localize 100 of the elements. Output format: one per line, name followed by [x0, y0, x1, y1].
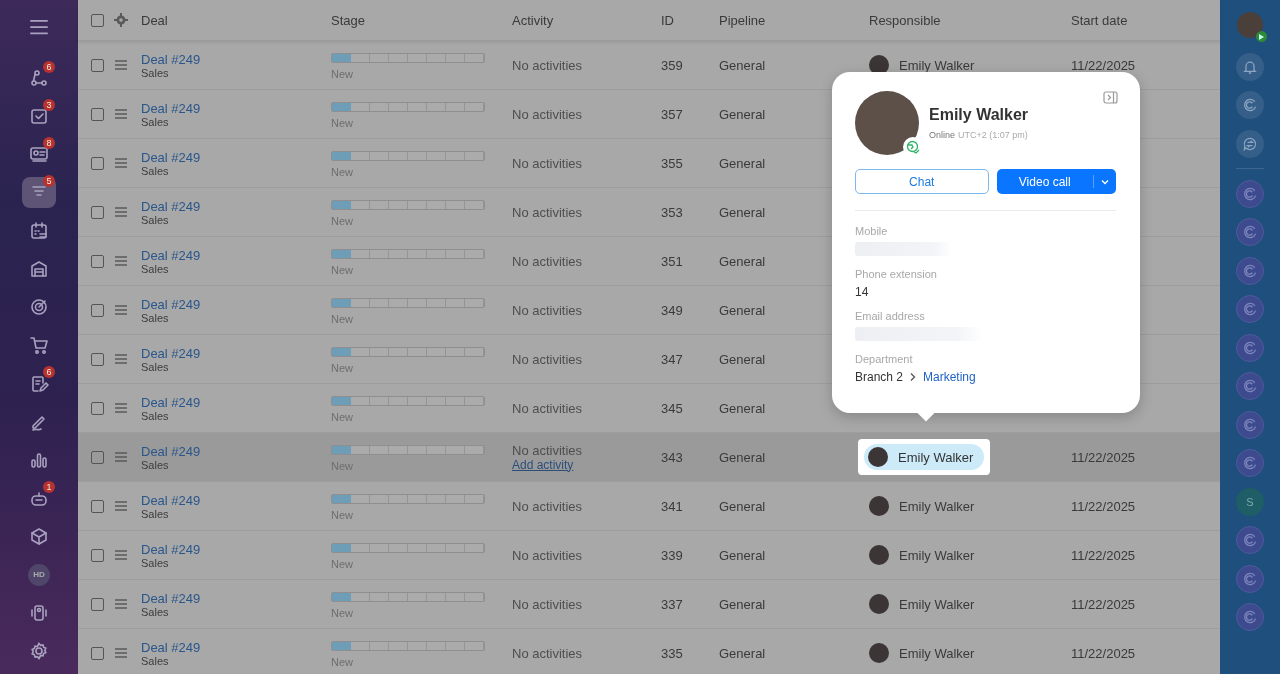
drag-handle-icon[interactable]	[114, 450, 128, 464]
deal-link[interactable]: Deal #249	[141, 149, 201, 165]
row-checkbox[interactable]	[91, 597, 104, 611]
channel-button[interactable]	[1236, 179, 1264, 208]
field-label: Phone extension	[855, 268, 938, 280]
row-checkbox[interactable]	[91, 499, 104, 513]
column-header[interactable]: Start date	[1071, 12, 1128, 28]
responsible-name[interactable]: Emily Walker	[899, 645, 975, 661]
department-link[interactable]: Marketing	[923, 370, 976, 384]
deal-link[interactable]: Deal #249	[141, 296, 201, 312]
deal-id: 337	[661, 596, 683, 612]
row-checkbox[interactable]	[91, 548, 104, 562]
channel-button[interactable]	[1236, 564, 1264, 593]
channel-button[interactable]	[1236, 333, 1264, 362]
deal-link[interactable]: Deal #249	[141, 639, 201, 655]
deal-id: 359	[661, 57, 683, 73]
row-checkbox[interactable]	[91, 303, 104, 317]
avatar-placeholder	[869, 643, 889, 663]
drag-handle-icon[interactable]	[114, 597, 128, 611]
department-branch: Branch 2	[855, 370, 904, 384]
select-all-checkbox[interactable]	[91, 13, 104, 27]
drag-handle-icon[interactable]	[114, 254, 128, 268]
responsible-chip[interactable]: Emily Walker	[864, 444, 985, 470]
count-badge: 6	[43, 366, 55, 379]
pipeline-cell: General	[719, 645, 766, 661]
drag-handle-icon[interactable]	[114, 548, 128, 562]
notifications-button[interactable]	[1236, 52, 1264, 81]
sidebar-item[interactable]: 6	[22, 62, 56, 94]
channel-button[interactable]	[1236, 256, 1264, 285]
table-row[interactable]: Deal #249 Sales New No activities 341 General Emily Walker 11/22/2025	[78, 482, 1220, 531]
channel-button[interactable]	[1236, 218, 1264, 246]
field-label: Department	[855, 353, 914, 365]
column-header[interactable]: Responsible	[869, 12, 941, 28]
channel-button[interactable]	[1236, 603, 1264, 631]
row-checkbox[interactable]	[91, 107, 104, 121]
deal-link[interactable]: Deal #249	[141, 541, 201, 557]
channel-button[interactable]	[1236, 449, 1264, 477]
responsible-name[interactable]: Emily Walker	[899, 596, 975, 612]
assistant-button[interactable]	[1236, 91, 1264, 119]
deal-link[interactable]: Deal #249	[141, 345, 201, 361]
activity-text: No activities	[512, 596, 583, 612]
contact-avatar[interactable]: S	[1236, 487, 1264, 516]
drag-handle-icon[interactable]	[114, 352, 128, 366]
chat-button[interactable]: Chat	[855, 169, 989, 194]
channel-button[interactable]	[1236, 295, 1264, 323]
panel-collapse-icon[interactable]	[1103, 91, 1118, 104]
deal-id: 351	[661, 253, 683, 269]
channel-button[interactable]	[1236, 372, 1264, 400]
row-checkbox[interactable]	[91, 646, 104, 660]
deal-link[interactable]: Deal #249	[141, 590, 201, 606]
drag-handle-icon[interactable]	[114, 401, 128, 415]
column-header[interactable]: ID	[661, 12, 674, 28]
deal-id: 347	[661, 351, 683, 367]
deal-link[interactable]: Deal #249	[141, 443, 201, 459]
table-row[interactable]: Deal #249 Sales New No activities 335 General Emily Walker 11/22/2025	[78, 629, 1220, 674]
responsible-name[interactable]: Emily Walker	[899, 547, 975, 563]
table-row[interactable]: Deal #249 Sales New No activities 337 General Emily Walker 11/22/2025	[78, 580, 1220, 629]
drag-handle-icon[interactable]	[114, 107, 128, 121]
column-header[interactable]: Deal	[141, 12, 168, 28]
stage-label: New	[331, 68, 354, 80]
column-header[interactable]: Activity	[512, 12, 554, 28]
add-activity-link[interactable]: Add activity	[512, 457, 583, 472]
drag-handle-icon[interactable]	[114, 646, 128, 660]
video-call-button[interactable]: Video call	[996, 169, 1116, 194]
row-checkbox[interactable]	[91, 450, 104, 464]
column-header[interactable]: Pipeline	[719, 12, 766, 28]
sidebar-item[interactable]: 1	[22, 482, 56, 514]
channel-button[interactable]	[1236, 410, 1264, 439]
row-checkbox[interactable]	[91, 401, 104, 415]
responsible-name[interactable]: Emily Walker	[899, 498, 975, 514]
row-checkbox[interactable]	[91, 205, 104, 219]
drag-handle-icon[interactable]	[114, 499, 128, 513]
sidebar-item[interactable]: 8	[22, 138, 56, 170]
drag-handle-icon[interactable]	[114, 156, 128, 170]
avatar-placeholder	[869, 55, 889, 75]
row-checkbox[interactable]	[91, 254, 104, 268]
deal-id: 353	[661, 204, 683, 220]
deal-id: 349	[661, 302, 683, 318]
row-checkbox[interactable]	[91, 58, 104, 72]
deal-link[interactable]: Deal #249	[141, 51, 201, 67]
drag-handle-icon[interactable]	[114, 58, 128, 72]
channel-button[interactable]	[1236, 526, 1264, 554]
responsible-name[interactable]: Emily Walker	[899, 57, 975, 73]
sidebar-item[interactable]: HD	[22, 559, 56, 590]
deal-link[interactable]: Deal #249	[141, 100, 201, 116]
table-row[interactable]: Deal #249 Sales New No activities 339 General Emily Walker 11/22/2025	[78, 531, 1220, 580]
row-checkbox[interactable]	[91, 352, 104, 366]
sidebar-item[interactable]: 6	[22, 368, 56, 399]
deal-link[interactable]: Deal #249	[141, 198, 201, 214]
deal-link[interactable]: Deal #249	[141, 492, 201, 508]
column-header[interactable]: Stage	[331, 12, 365, 28]
drag-handle-icon[interactable]	[114, 205, 128, 219]
avatar-initials: HD	[28, 563, 50, 586]
row-checkbox[interactable]	[91, 156, 104, 170]
deal-link[interactable]: Deal #249	[141, 394, 201, 410]
sidebar-item[interactable]: 5	[22, 177, 56, 208]
drag-handle-icon[interactable]	[114, 303, 128, 317]
sidebar-item[interactable]: 3	[22, 100, 56, 132]
chat-button[interactable]	[1236, 129, 1264, 158]
deal-link[interactable]: Deal #249	[141, 247, 201, 263]
